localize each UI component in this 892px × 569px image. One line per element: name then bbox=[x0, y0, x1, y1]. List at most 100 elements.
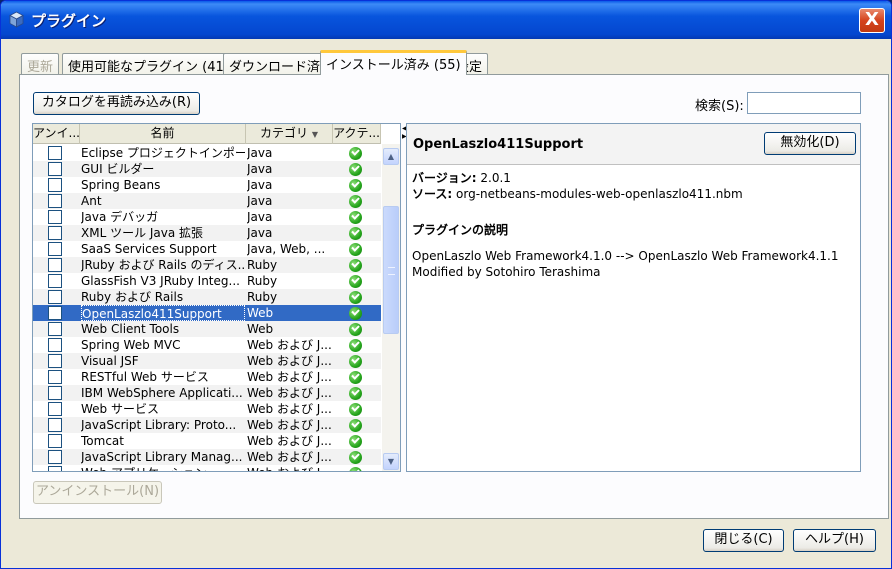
plugins-table: アンイ... 名前 カテゴリ ▼ アクテ... Eclipse プロジェクトイン… bbox=[32, 123, 401, 472]
plugin-category: Ruby bbox=[247, 290, 278, 304]
uninstall-checkbox[interactable] bbox=[48, 162, 62, 176]
table-scrollbar[interactable]: ▲ ▼ bbox=[382, 144, 400, 471]
green-check-icon bbox=[349, 211, 362, 224]
uninstall-checkbox[interactable] bbox=[48, 354, 62, 368]
table-row[interactable]: Web サービス Web および J... bbox=[33, 401, 381, 417]
table-row[interactable]: RESTful Web サービス Web および J... bbox=[33, 369, 381, 385]
uninstall-checkbox[interactable] bbox=[48, 338, 62, 352]
table-row[interactable]: Ruby および Rails Ruby bbox=[33, 289, 381, 305]
scroll-thumb[interactable] bbox=[383, 206, 399, 334]
grip-icon bbox=[388, 267, 395, 275]
green-check-icon bbox=[349, 275, 362, 288]
table-row[interactable]: SaaS Services Support Java, Web, ... bbox=[33, 241, 381, 257]
search-input[interactable] bbox=[747, 92, 861, 114]
uninstall-checkbox[interactable] bbox=[48, 418, 62, 432]
plugin-name: Eclipse プロジェクトインポー... bbox=[81, 146, 245, 160]
column-header-active[interactable]: アクテ... bbox=[333, 124, 381, 144]
plugin-category: Java bbox=[247, 146, 273, 160]
plugin-category: Web および J... bbox=[247, 338, 332, 352]
uninstall-checkbox[interactable] bbox=[48, 274, 62, 288]
detail-body: バージョン: 2.0.1 ソース: org-netbeans-modules-w… bbox=[412, 170, 838, 280]
plugin-name: Web アプリケーション bbox=[81, 465, 245, 471]
close-window-button[interactable]: X bbox=[859, 8, 885, 33]
close-button[interactable]: 閉じる(C) bbox=[703, 529, 784, 552]
uninstall-checkbox[interactable] bbox=[48, 226, 62, 240]
scroll-up-button[interactable]: ▲ bbox=[383, 148, 399, 165]
table-row[interactable]: OpenLaszlo411Support Web bbox=[33, 305, 381, 321]
uninstall-checkbox[interactable] bbox=[48, 306, 62, 320]
disable-button[interactable]: 無効化(D) bbox=[764, 132, 856, 155]
table-row[interactable]: JavaScript Library: Proto... Web および J... bbox=[33, 417, 381, 433]
table-row[interactable]: Java デバッガ Java bbox=[33, 209, 381, 225]
plugin-name: IBM WebSphere Applicati... bbox=[81, 386, 243, 400]
table-row[interactable]: IBM WebSphere Applicati... Web および J... bbox=[33, 385, 381, 401]
title-bar[interactable]: プラグイン X bbox=[1, 1, 891, 39]
table-row[interactable]: Tomcat Web および J... bbox=[33, 433, 381, 449]
chevron-down-icon: ▼ bbox=[387, 457, 395, 466]
table-row[interactable]: Web アプリケーションWeb および J... bbox=[33, 465, 381, 471]
plugin-category: Ruby bbox=[247, 274, 278, 288]
description-line: Modified by Sotohiro Terashima bbox=[412, 265, 601, 279]
table-row[interactable]: Spring Beans Java bbox=[33, 177, 381, 193]
table-row[interactable]: Ant Java bbox=[33, 193, 381, 209]
plugin-category: Web および J... bbox=[247, 418, 332, 432]
plugin-name: RESTful Web サービス bbox=[81, 370, 209, 384]
plugin-name: SaaS Services Support bbox=[81, 242, 217, 256]
table-row[interactable]: JavaScript Library Manag... Web および J... bbox=[33, 449, 381, 465]
plugin-name: Web サービス bbox=[81, 402, 159, 416]
table-row[interactable]: JRuby および Rails のディス... Ruby bbox=[33, 257, 381, 273]
plugin-name: XML ツール Java 拡張 bbox=[81, 226, 204, 240]
plugin-name: Tomcat bbox=[81, 434, 124, 448]
uninstall-button[interactable]: アンインストール(N) bbox=[33, 481, 162, 504]
tab-installed[interactable]: インストール済み (55) bbox=[320, 50, 467, 75]
uninstall-checkbox[interactable] bbox=[48, 386, 62, 400]
version-line: バージョン: 2.0.1 bbox=[412, 171, 511, 185]
plugin-category: Web および J... bbox=[247, 370, 332, 384]
uninstall-checkbox[interactable] bbox=[48, 178, 62, 192]
plugin-name: JavaScript Library Manag... bbox=[81, 450, 243, 464]
plugin-category: Java bbox=[247, 226, 273, 240]
uninstall-checkbox[interactable] bbox=[48, 434, 62, 448]
table-row[interactable]: Visual JSF Web および J... bbox=[33, 353, 381, 369]
uninstall-checkbox[interactable] bbox=[48, 194, 62, 208]
plugins-dialog: プラグイン X 更新 使用可能なプラグイン (41) ダウンロード済み インスト… bbox=[0, 0, 892, 569]
plugin-category: Web および J... bbox=[247, 354, 332, 368]
uninstall-checkbox[interactable] bbox=[48, 402, 62, 416]
uninstall-checkbox[interactable] bbox=[48, 242, 62, 256]
plugin-category: Ruby bbox=[247, 258, 278, 272]
table-header: アンイ... 名前 カテゴリ ▼ アクテ... bbox=[33, 124, 381, 144]
plugin-name: Spring Beans bbox=[81, 178, 161, 192]
plugin-category: Web および J... bbox=[247, 402, 332, 416]
plugin-name: GlassFish V3 JRuby Integ... bbox=[81, 274, 240, 288]
column-header-uninstall[interactable]: アンイ... bbox=[33, 124, 80, 144]
search-label: 検索(S): bbox=[695, 99, 744, 114]
uninstall-checkbox[interactable] bbox=[48, 210, 62, 224]
uninstall-checkbox[interactable] bbox=[48, 146, 62, 160]
column-header-category[interactable]: カテゴリ ▼ bbox=[246, 124, 333, 144]
table-row[interactable]: Web Client Tools Web bbox=[33, 321, 381, 337]
table-row[interactable]: GlassFish V3 JRuby Integ... Ruby bbox=[33, 273, 381, 289]
table-row[interactable]: XML ツール Java 拡張 Java bbox=[33, 225, 381, 241]
uninstall-checkbox[interactable] bbox=[48, 290, 62, 304]
chevron-up-icon: ▲ bbox=[387, 152, 395, 161]
green-check-icon bbox=[349, 403, 362, 416]
uninstall-checkbox[interactable] bbox=[48, 322, 62, 336]
uninstall-checkbox[interactable] bbox=[48, 370, 62, 384]
uninstall-checkbox[interactable] bbox=[48, 466, 62, 471]
table-row[interactable]: GUI ビルダー Java bbox=[33, 161, 381, 177]
green-check-icon bbox=[349, 227, 362, 240]
table-row[interactable]: Spring Web MVC Web および J... bbox=[33, 337, 381, 353]
plugin-name: Ant bbox=[81, 194, 102, 208]
help-button[interactable]: ヘルプ(H) bbox=[793, 529, 876, 552]
tab-available-plugins[interactable]: 使用可能なプラグイン (41) bbox=[62, 53, 235, 75]
column-header-name[interactable]: 名前 bbox=[80, 124, 246, 144]
table-row[interactable]: Eclipse プロジェクトインポー... Java bbox=[33, 145, 381, 161]
reload-catalog-button[interactable]: カタログを再読み込み(R) bbox=[33, 92, 200, 115]
uninstall-checkbox[interactable] bbox=[48, 258, 62, 272]
tab-updates[interactable]: 更新 bbox=[21, 53, 60, 75]
green-check-icon bbox=[349, 435, 362, 448]
uninstall-checkbox[interactable] bbox=[48, 450, 62, 464]
scroll-down-button[interactable]: ▼ bbox=[383, 453, 399, 470]
green-check-icon bbox=[349, 179, 362, 192]
plugin-category: Web および J... bbox=[247, 386, 332, 400]
